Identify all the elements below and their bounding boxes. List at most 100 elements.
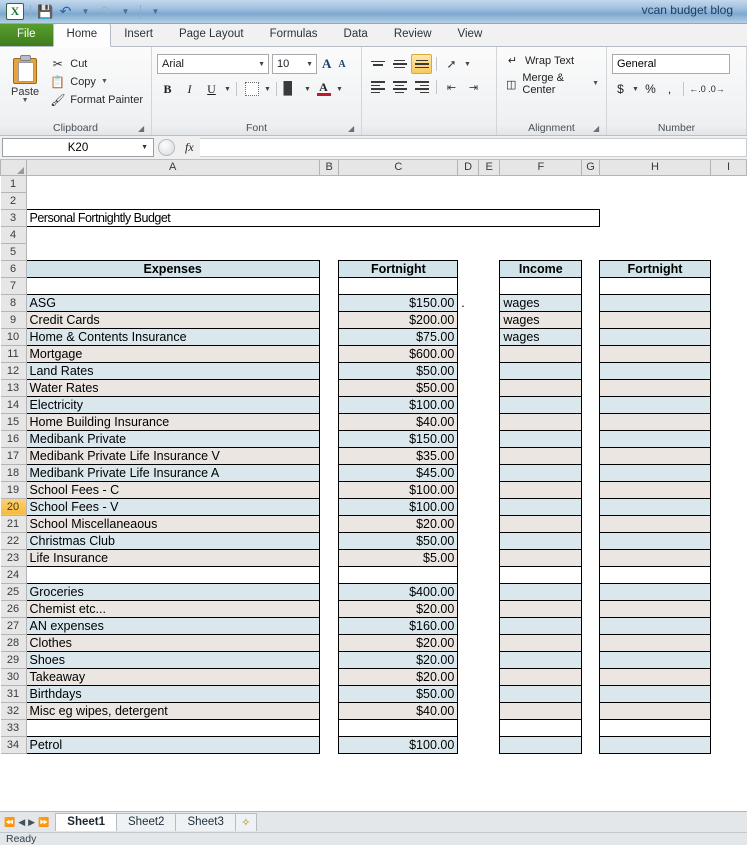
cell-B[interactable] (319, 447, 339, 464)
cell-empty[interactable] (319, 243, 339, 260)
expense-amount-26[interactable]: $20.00 (338, 599, 459, 618)
copy-button[interactable]: 📋 Copy ▼ (47, 74, 146, 90)
cell-B[interactable] (319, 515, 339, 532)
sheet-body[interactable]: 1 2 3 Personal Fortnightly Budget 4 5 6 Expense… (0, 174, 747, 754)
table-row[interactable]: 1 (0, 174, 747, 193)
row-header-29[interactable]: 29 (0, 650, 27, 669)
header-income[interactable]: Income (499, 259, 583, 278)
align-bottom-button[interactable] (411, 54, 432, 74)
increase-indent-button[interactable]: ⇥ (463, 77, 484, 97)
income-name-16[interactable] (499, 429, 583, 448)
cell-D[interactable] (458, 260, 479, 277)
expense-amount-14[interactable]: $100.00 (338, 395, 459, 414)
expense-name-27[interactable]: AN expenses (25, 616, 320, 635)
income-amount-28[interactable] (598, 633, 712, 652)
cell-empty[interactable] (500, 192, 582, 209)
cell-H[interactable] (599, 209, 710, 226)
table-row[interactable]: 33 (0, 718, 747, 737)
expense-amount-34[interactable]: $100.00 (338, 735, 459, 754)
row-header-8[interactable]: 8 (0, 293, 27, 312)
expense-name-34[interactable]: Petrol (25, 735, 320, 754)
cell-D-32[interactable] (458, 702, 479, 719)
cell-I[interactable] (711, 702, 747, 719)
income-name-17[interactable] (499, 446, 583, 465)
cell-D-15[interactable] (458, 413, 479, 430)
cell-D-21[interactable] (458, 515, 479, 532)
cell-D-25[interactable] (458, 583, 479, 600)
cell-empty[interactable] (582, 243, 600, 260)
income-amount-14[interactable] (598, 395, 712, 414)
column-header-a[interactable]: A (25, 160, 320, 176)
select-all-corner[interactable] (0, 160, 27, 176)
table-row[interactable]: 13 Water Rates $50.00 (0, 378, 747, 397)
shrink-font-icon[interactable]: A (336, 59, 347, 70)
expense-name-20[interactable]: School Fees - V (25, 497, 320, 516)
row-header-9[interactable]: 9 (0, 310, 27, 329)
table-row[interactable]: 32 Misc eg wipes, detergent $40.00 (0, 701, 747, 720)
insert-function-icon[interactable]: fx (179, 140, 200, 155)
number-format-combo[interactable]: General (612, 54, 730, 74)
cell-G[interactable] (582, 719, 600, 736)
cell-E[interactable] (478, 702, 500, 719)
income-name-19[interactable] (499, 480, 583, 499)
cell-empty[interactable] (500, 226, 582, 243)
expense-name-7[interactable] (25, 276, 320, 295)
table-row[interactable]: 9 Credit Cards $200.00 wages (0, 310, 747, 329)
cell-G[interactable] (582, 328, 600, 345)
table-row[interactable]: 23 Life Insurance $5.00 (0, 548, 747, 567)
table-row[interactable]: 8 ASG $150.00. wages (0, 293, 747, 312)
expense-name-26[interactable]: Chemist etc... (25, 599, 320, 618)
cell-G[interactable] (582, 702, 600, 719)
column-header-i[interactable]: I (710, 160, 747, 176)
table-row[interactable]: 29 Shoes $20.00 (0, 650, 747, 669)
cell-I[interactable] (711, 362, 747, 379)
expense-name-18[interactable]: Medibank Private Life Insurance A (25, 463, 320, 482)
cell-G[interactable] (582, 583, 600, 600)
cell-empty[interactable] (319, 226, 339, 243)
table-row[interactable]: 16 Medibank Private $150.00 (0, 429, 747, 448)
cell-E[interactable] (478, 719, 500, 736)
table-row[interactable]: 26 Chemist etc... $20.00 (0, 599, 747, 618)
income-amount-30[interactable] (598, 667, 712, 686)
underline-dropdown-icon[interactable]: ▼ (223, 86, 232, 93)
cell-empty[interactable] (26, 226, 319, 243)
cell-I[interactable] (711, 481, 747, 498)
cell-D-18[interactable] (458, 464, 479, 481)
cell-I[interactable] (711, 668, 747, 685)
income-amount-21[interactable] (598, 514, 712, 533)
column-header-b[interactable]: B (318, 160, 340, 176)
cell-B[interactable] (319, 617, 339, 634)
cell-E[interactable] (478, 345, 500, 362)
expense-name-24[interactable] (25, 565, 320, 584)
cell-empty[interactable] (458, 175, 479, 192)
header-income-fortnight[interactable]: Fortnight (598, 259, 712, 278)
cell-B[interactable] (319, 532, 339, 549)
income-amount-31[interactable] (598, 684, 712, 703)
cell-I[interactable] (711, 685, 747, 702)
row-header-24[interactable]: 24 (0, 565, 27, 584)
cell-G[interactable] (582, 651, 600, 668)
cell-G[interactable] (582, 311, 600, 328)
income-amount-27[interactable] (598, 616, 712, 635)
cell-G[interactable] (582, 481, 600, 498)
expense-name-30[interactable]: Takeaway (25, 667, 320, 686)
currency-button[interactable]: $ (612, 79, 629, 99)
expense-amount-22[interactable]: $50.00 (338, 531, 459, 550)
cell-empty[interactable] (478, 243, 500, 260)
cell-empty[interactable] (319, 192, 339, 209)
format-painter-button[interactable]: 🖌 Format Painter (47, 92, 146, 108)
row-header-34[interactable]: 34 (0, 735, 27, 754)
income-amount-24[interactable] (598, 565, 712, 584)
expense-amount-25[interactable]: $400.00 (338, 582, 459, 601)
expense-name-13[interactable]: Water Rates (25, 378, 320, 397)
chevron-down-icon[interactable]: ▼ (22, 97, 29, 104)
cell-E[interactable] (478, 549, 500, 566)
font-size-combo[interactable]: 10 ▼ (272, 54, 317, 74)
expense-name-14[interactable]: Electricity (25, 395, 320, 414)
expense-name-12[interactable]: Land Rates (25, 361, 320, 380)
cell-empty[interactable] (711, 192, 747, 209)
cell-empty[interactable] (478, 192, 500, 209)
cell-I[interactable] (711, 447, 747, 464)
column-header-e[interactable]: E (477, 160, 501, 176)
cell-G[interactable] (582, 685, 600, 702)
